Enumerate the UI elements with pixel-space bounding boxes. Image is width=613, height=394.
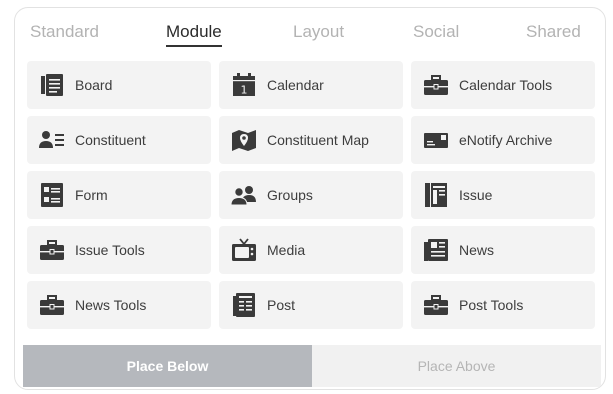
module-tile-constituent[interactable]: Constituent [27,116,211,164]
module-label: Calendar Tools [459,77,553,93]
enotify-icon [423,127,449,153]
module-tile-constituent-map[interactable]: Constituent Map [219,116,403,164]
tab-module[interactable]: Module [166,22,222,47]
module-tile-enotify-archive[interactable]: eNotify Archive [411,116,595,164]
module-tile-issue-tools[interactable]: Issue Tools [27,226,211,274]
toolbox-icon [39,292,65,318]
module-tile-board[interactable]: Board [27,61,211,109]
news-icon [423,237,449,263]
module-label: Constituent Map [267,132,369,148]
toolbox-icon [423,292,449,318]
tab-shared[interactable]: Shared [526,22,581,42]
tab-bar: Standard Module Layout Social Shared [15,8,605,58]
module-label: Constituent [75,132,146,148]
tab-standard[interactable]: Standard [30,22,99,42]
module-tile-post-tools[interactable]: Post Tools [411,281,595,329]
toolbox-icon [423,72,449,98]
module-label: News Tools [75,297,147,313]
module-label: Calendar [267,77,324,93]
module-label: Issue Tools [75,242,145,258]
module-label: eNotify Archive [459,132,553,148]
module-tile-media[interactable]: Media [219,226,403,274]
svg-text:1: 1 [241,84,248,97]
place-above-button[interactable]: Place Above [312,345,601,387]
module-label: Post Tools [459,297,524,313]
media-icon [231,237,257,263]
tab-social[interactable]: Social [413,22,459,42]
place-below-button[interactable]: Place Below [23,345,312,387]
tab-layout[interactable]: Layout [293,22,344,42]
module-tile-form[interactable]: Form [27,171,211,219]
issue-icon [423,182,449,208]
board-icon [39,72,65,98]
post-icon [231,292,257,318]
module-tile-groups[interactable]: Groups [219,171,403,219]
groups-icon [231,182,257,208]
module-label: Groups [267,187,313,203]
placement-actions: Place Below Place Above [23,345,601,387]
module-grid: Board 1 Calendar Calendar Tools Constitu… [27,61,595,329]
module-tile-news-tools[interactable]: News Tools [27,281,211,329]
module-label: Form [75,187,108,203]
constituent-icon [39,127,65,153]
insert-panel: Standard Module Layout Social Shared Boa… [14,7,606,390]
module-label: Post [267,297,296,313]
module-label: Media [267,242,306,258]
module-tile-calendar-tools[interactable]: Calendar Tools [411,61,595,109]
module-label: Issue [459,187,493,203]
module-tile-issue[interactable]: Issue [411,171,595,219]
module-tile-calendar[interactable]: 1 Calendar [219,61,403,109]
module-label: Board [75,77,113,93]
map-icon [231,127,257,153]
form-icon [39,182,65,208]
module-tile-news[interactable]: News [411,226,595,274]
module-tile-post[interactable]: Post [219,281,403,329]
module-label: News [459,242,495,258]
calendar-icon: 1 [231,72,257,98]
toolbox-icon [39,237,65,263]
